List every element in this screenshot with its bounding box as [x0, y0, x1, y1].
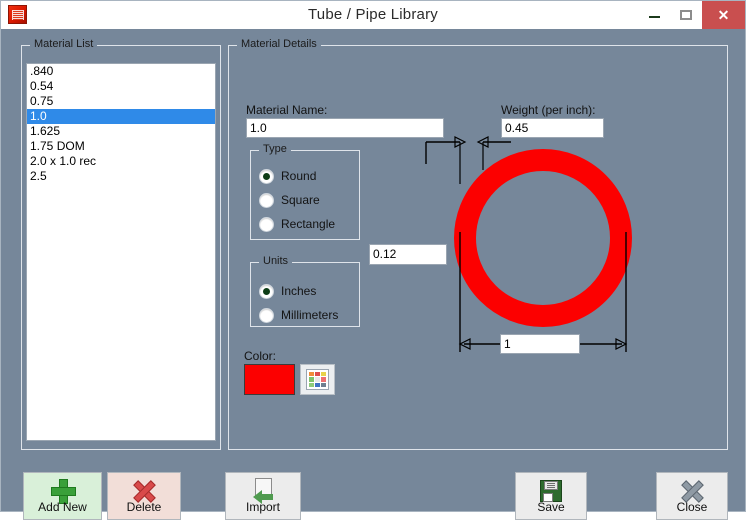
material-details-group-title: Material Details: [237, 38, 321, 50]
color-picker-button[interactable]: [300, 364, 335, 395]
import-button[interactable]: Import: [225, 472, 301, 520]
save-button[interactable]: Save: [515, 472, 587, 520]
minimize-icon: [649, 16, 660, 18]
material-listbox[interactable]: .840 0.54 0.75 1.0 1.625 1.75 DOM 2.0 x …: [26, 63, 216, 441]
radio-unselected-icon: [259, 307, 274, 323]
radio-type-square-label: Square: [281, 193, 320, 207]
material-name-label: Material Name:: [246, 103, 328, 117]
radio-type-rectangle-label: Rectangle: [281, 217, 336, 231]
material-list-group-title: Material List: [30, 38, 98, 50]
units-group-title: Units: [259, 255, 293, 267]
list-item[interactable]: 2.0 x 1.0 rec: [27, 154, 215, 169]
wall-thickness-input[interactable]: 0.12: [369, 244, 447, 265]
radio-units-inches[interactable]: Inches: [259, 283, 316, 299]
delete-button[interactable]: Delete: [107, 472, 181, 520]
radio-type-rectangle[interactable]: Rectangle: [259, 216, 335, 232]
weight-per-inch-label: Weight (per inch):: [501, 103, 596, 117]
tube-pipe-library-window: Tube / Pipe Library ✕ Material List .840…: [0, 0, 746, 520]
type-group-title: Type: [259, 143, 291, 155]
radio-type-square[interactable]: Square: [259, 192, 320, 208]
add-new-button[interactable]: Add New: [23, 472, 102, 520]
minimize-button[interactable]: [638, 1, 670, 29]
pipe-ring-shape: [454, 149, 632, 327]
list-item[interactable]: 0.54: [27, 79, 215, 94]
radio-unselected-icon: [259, 216, 274, 232]
radio-units-millimeters[interactable]: Millimeters: [259, 307, 338, 323]
list-item[interactable]: 2.5: [27, 169, 215, 184]
radio-selected-icon: [259, 168, 274, 184]
color-swatch[interactable]: [244, 364, 295, 395]
radio-units-inches-label: Inches: [281, 284, 317, 298]
window-close-button[interactable]: ✕: [702, 1, 745, 29]
close-icon: ✕: [717, 7, 730, 23]
radio-type-round-label: Round: [281, 169, 317, 183]
client-area: Material List .840 0.54 0.75 1.0 1.625 1…: [1, 29, 745, 520]
maximize-icon: [680, 10, 692, 20]
list-item[interactable]: 1.625: [27, 124, 215, 139]
close-button[interactable]: Close: [656, 472, 728, 520]
maximize-button[interactable]: [670, 1, 702, 29]
radio-selected-icon: [259, 283, 274, 299]
list-item[interactable]: .840: [27, 64, 215, 79]
title-bar: Tube / Pipe Library ✕: [1, 1, 745, 29]
list-item-selected[interactable]: 1.0: [27, 109, 215, 124]
list-item[interactable]: 0.75: [27, 94, 215, 109]
outer-diameter-input[interactable]: 1: [500, 334, 580, 354]
radio-type-round[interactable]: Round: [259, 168, 316, 184]
color-palette-icon: [306, 369, 329, 390]
color-label: Color:: [244, 349, 277, 363]
window-title: Tube / Pipe Library: [308, 6, 438, 23]
radio-unselected-icon: [259, 192, 274, 208]
radio-units-millimeters-label: Millimeters: [281, 308, 339, 322]
list-item[interactable]: 1.75 DOM: [27, 139, 215, 154]
